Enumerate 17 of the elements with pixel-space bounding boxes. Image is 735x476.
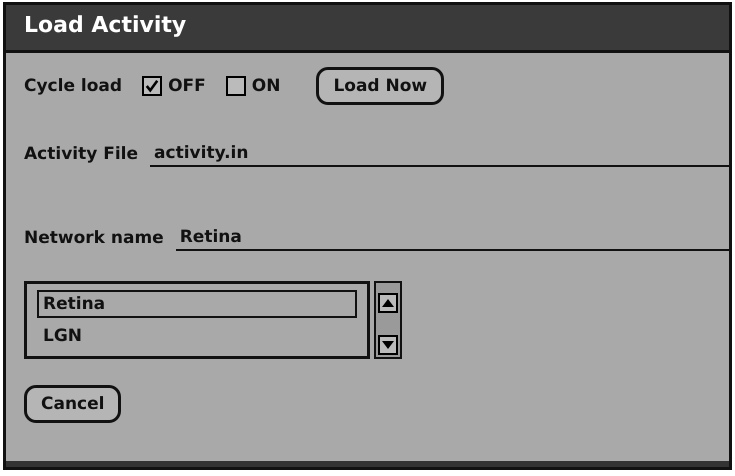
checkbox-label: OFF [168,76,206,96]
window-title: Load Activity [24,13,186,38]
scroll-down-icon[interactable] [378,335,398,355]
list-item[interactable]: Retina [37,290,357,318]
cancel-button[interactable]: Cancel [24,385,122,423]
checkbox[interactable] [142,76,162,96]
activity-file-label: Activity File [24,144,138,164]
load-now-button[interactable]: Load Now [316,67,444,105]
network-name-field[interactable]: Retina [176,225,729,251]
list-item[interactable]: LGN [37,322,357,350]
checkbox-label: ON [252,76,280,96]
activity-file-field[interactable]: activity.in [150,141,729,167]
network-name-label: Network name [24,228,164,248]
scroll-up-icon[interactable] [378,293,398,313]
checkbox[interactable] [226,76,246,96]
scrollbar[interactable] [374,281,402,359]
cycle-load-label: Cycle load [24,76,122,96]
